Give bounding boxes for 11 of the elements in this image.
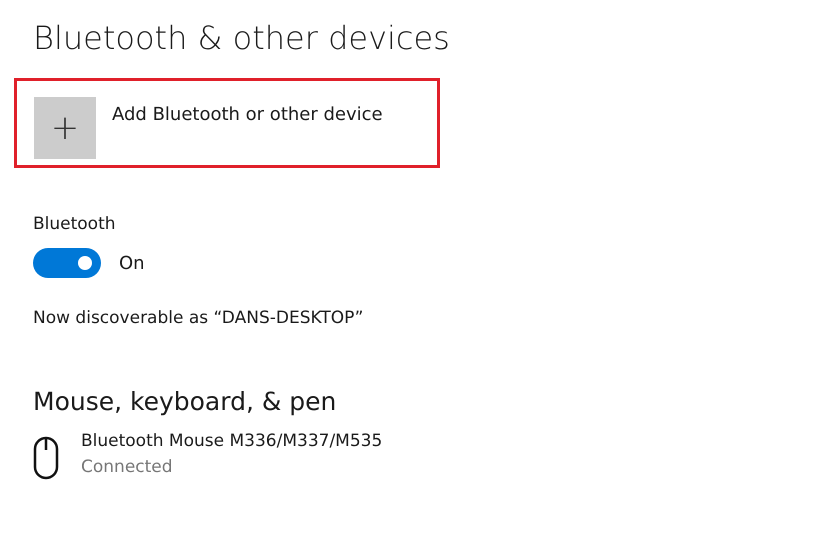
bluetooth-label: Bluetooth	[33, 213, 117, 236]
section-title: Mouse, keyboard, & pen	[33, 386, 338, 418]
toggle-state-label: On	[119, 252, 145, 274]
device-name[interactable]: Bluetooth Mouse M336/M337/M535	[81, 428, 382, 454]
mouse-icon	[33, 436, 59, 480]
add-device-button[interactable]: + Add Bluetooth or other device	[34, 97, 383, 159]
bluetooth-toggle[interactable]	[33, 248, 101, 278]
plus-tile: +	[34, 97, 96, 159]
discoverable-text: Now discoverable as “DANS-DESKTOP”	[33, 307, 364, 330]
device-status: Connected	[81, 456, 174, 479]
page-title: Bluetooth & other devices	[33, 18, 451, 58]
